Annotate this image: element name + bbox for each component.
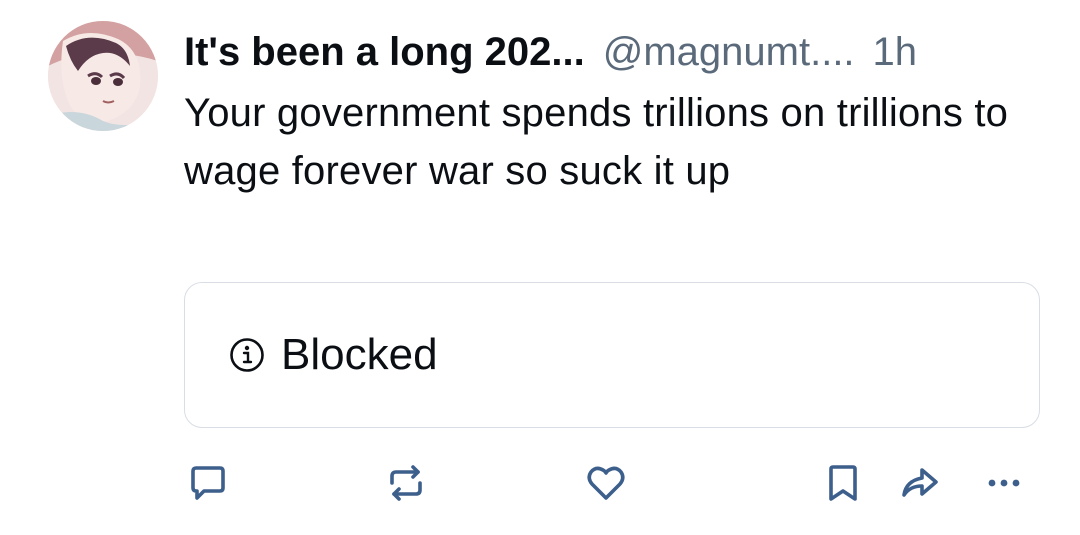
bookmark-button[interactable] <box>815 455 871 511</box>
reply-icon <box>191 466 225 500</box>
display-name[interactable]: It's been a long 202... <box>184 24 585 80</box>
blocked-label: Blocked <box>281 330 438 379</box>
avatar-image <box>48 21 158 131</box>
like-button[interactable] <box>578 455 634 511</box>
more-icon <box>988 479 1020 487</box>
bookmark-icon <box>829 465 857 501</box>
repost-button[interactable] <box>378 455 434 511</box>
timestamp[interactable]: 1h <box>873 24 918 80</box>
avatar[interactable] <box>48 21 158 131</box>
reply-button[interactable] <box>180 455 236 511</box>
info-icon <box>229 337 265 373</box>
heart-icon <box>587 466 625 500</box>
share-icon <box>902 468 938 497</box>
blocked-embed: Blocked <box>184 282 1040 428</box>
repost-icon <box>390 465 422 501</box>
post-actions <box>0 455 1080 515</box>
handle[interactable]: @magnumt.... <box>603 24 855 80</box>
more-button[interactable] <box>976 455 1032 511</box>
post[interactable]: It's been a long 202... @magnumt.... 1h … <box>0 0 1080 535</box>
post-text: Your government spends trillions on tril… <box>184 91 1009 193</box>
post-header: It's been a long 202... @magnumt.... 1h <box>184 24 917 80</box>
share-button[interactable] <box>892 455 948 511</box>
